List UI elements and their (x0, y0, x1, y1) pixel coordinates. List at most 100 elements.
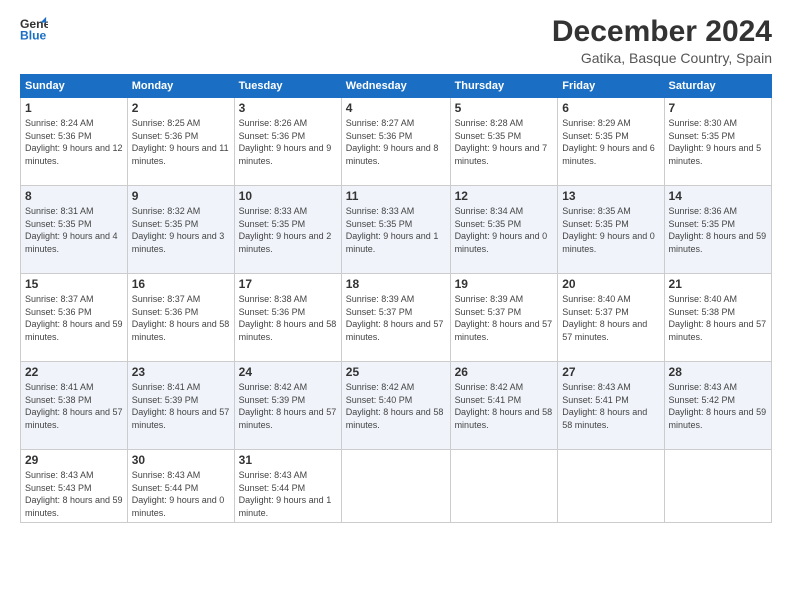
calendar-cell: 31 Sunrise: 8:43 AMSunset: 5:44 PMDayligh… (234, 450, 341, 523)
day-number: 31 (239, 453, 337, 467)
day-number: 10 (239, 189, 337, 203)
day-info: Sunrise: 8:35 AMSunset: 5:35 PMDaylight:… (562, 205, 659, 255)
day-info: Sunrise: 8:37 AMSunset: 5:36 PMDaylight:… (132, 293, 230, 343)
day-number: 9 (132, 189, 230, 203)
day-info: Sunrise: 8:43 AMSunset: 5:42 PMDaylight:… (669, 381, 767, 431)
calendar-cell: 4 Sunrise: 8:27 AMSunset: 5:36 PMDaylight… (341, 98, 450, 186)
calendar-cell (664, 450, 771, 523)
day-info: Sunrise: 8:27 AMSunset: 5:36 PMDaylight:… (346, 117, 446, 167)
day-info: Sunrise: 8:43 AMSunset: 5:43 PMDaylight:… (25, 469, 123, 519)
day-number: 24 (239, 365, 337, 379)
calendar-cell: 12 Sunrise: 8:34 AMSunset: 5:35 PMDayligh… (450, 186, 558, 274)
calendar-cell: 16 Sunrise: 8:37 AMSunset: 5:36 PMDayligh… (127, 274, 234, 362)
location-subtitle: Gatika, Basque Country, Spain (552, 50, 772, 66)
day-number: 15 (25, 277, 123, 291)
day-info: Sunrise: 8:34 AMSunset: 5:35 PMDaylight:… (455, 205, 554, 255)
calendar-table: SundayMondayTuesdayWednesdayThursdayFrid… (20, 74, 772, 523)
weekday-thursday: Thursday (450, 75, 558, 98)
calendar-cell: 2 Sunrise: 8:25 AMSunset: 5:36 PMDaylight… (127, 98, 234, 186)
calendar-cell: 13Sunrise: 8:35 AMSunset: 5:35 PMDayligh… (558, 186, 664, 274)
day-info: Sunrise: 8:26 AMSunset: 5:36 PMDaylight:… (239, 117, 337, 167)
day-info: Sunrise: 8:42 AMSunset: 5:39 PMDaylight:… (239, 381, 337, 431)
calendar-cell: 1 Sunrise: 8:24 AMSunset: 5:36 PMDaylight… (21, 98, 128, 186)
calendar-cell: 18 Sunrise: 8:39 AMSunset: 5:37 PMDayligh… (341, 274, 450, 362)
calendar-cell: 19 Sunrise: 8:39 AMSunset: 5:37 PMDayligh… (450, 274, 558, 362)
day-info: Sunrise: 8:39 AMSunset: 5:37 PMDaylight:… (346, 293, 446, 343)
calendar-cell: 25Sunrise: 8:42 AMSunset: 5:40 PMDayligh… (341, 362, 450, 450)
weekday-sunday: Sunday (21, 75, 128, 98)
calendar-cell: 30 Sunrise: 8:43 AMSunset: 5:44 PMDayligh… (127, 450, 234, 523)
calendar-cell: 21 Sunrise: 8:40 AMSunset: 5:38 PMDayligh… (664, 274, 771, 362)
calendar-cell: 6Sunrise: 8:29 AMSunset: 5:35 PMDaylight… (558, 98, 664, 186)
calendar-cell: 26 Sunrise: 8:42 AMSunset: 5:41 PMDayligh… (450, 362, 558, 450)
day-info: Sunrise: 8:39 AMSunset: 5:37 PMDaylight:… (455, 293, 554, 343)
day-number: 20 (562, 277, 659, 291)
day-info: Sunrise: 8:43 AMSunset: 5:44 PMDaylight:… (132, 469, 230, 519)
day-info: Sunrise: 8:38 AMSunset: 5:36 PMDaylight:… (239, 293, 337, 343)
day-number: 16 (132, 277, 230, 291)
day-info: Sunrise: 8:40 AMSunset: 5:37 PMDaylight:… (562, 293, 659, 343)
calendar-cell: 23 Sunrise: 8:41 AMSunset: 5:39 PMDayligh… (127, 362, 234, 450)
calendar-cell: 5 Sunrise: 8:28 AMSunset: 5:35 PMDaylight… (450, 98, 558, 186)
logo: General Blue General Blue (20, 15, 48, 43)
day-info: Sunrise: 8:31 AMSunset: 5:35 PMDaylight:… (25, 205, 123, 255)
day-info: Sunrise: 8:41 AMSunset: 5:39 PMDaylight:… (132, 381, 230, 431)
week-row-3: 15 Sunrise: 8:37 AMSunset: 5:36 PMDayligh… (21, 274, 772, 362)
day-info: Sunrise: 8:36 AMSunset: 5:35 PMDaylight:… (669, 205, 767, 255)
day-info: Sunrise: 8:24 AMSunset: 5:36 PMDaylight:… (25, 117, 123, 167)
day-number: 3 (239, 101, 337, 115)
day-info: Sunrise: 8:37 AMSunset: 5:36 PMDaylight:… (25, 293, 123, 343)
day-info: Sunrise: 8:41 AMSunset: 5:38 PMDaylight:… (25, 381, 123, 431)
day-number: 30 (132, 453, 230, 467)
day-info: Sunrise: 8:25 AMSunset: 5:36 PMDaylight:… (132, 117, 230, 167)
weekday-wednesday: Wednesday (341, 75, 450, 98)
calendar-cell: 22 Sunrise: 8:41 AMSunset: 5:38 PMDayligh… (21, 362, 128, 450)
day-number: 29 (25, 453, 123, 467)
day-info: Sunrise: 8:30 AMSunset: 5:35 PMDaylight:… (669, 117, 767, 167)
day-number: 19 (455, 277, 554, 291)
day-number: 18 (346, 277, 446, 291)
day-number: 23 (132, 365, 230, 379)
day-info: Sunrise: 8:40 AMSunset: 5:38 PMDaylight:… (669, 293, 767, 343)
calendar-cell: 14 Sunrise: 8:36 AMSunset: 5:35 PMDayligh… (664, 186, 771, 274)
day-number: 2 (132, 101, 230, 115)
calendar-cell: 17Sunrise: 8:38 AMSunset: 5:36 PMDayligh… (234, 274, 341, 362)
calendar-cell: 7Sunrise: 8:30 AMSunset: 5:35 PMDaylight… (664, 98, 771, 186)
title-area: December 2024 Gatika, Basque Country, Sp… (552, 15, 772, 66)
day-number: 26 (455, 365, 554, 379)
day-number: 11 (346, 189, 446, 203)
calendar-cell: 8 Sunrise: 8:31 AMSunset: 5:35 PMDaylight… (21, 186, 128, 274)
calendar-cell: 20 Sunrise: 8:40 AMSunset: 5:37 PMDayligh… (558, 274, 664, 362)
day-info: Sunrise: 8:43 AMSunset: 5:44 PMDaylight:… (239, 469, 337, 519)
day-number: 28 (669, 365, 767, 379)
day-number: 8 (25, 189, 123, 203)
month-title: December 2024 (552, 15, 772, 48)
day-number: 25 (346, 365, 446, 379)
weekday-saturday: Saturday (664, 75, 771, 98)
week-row-5: 29 Sunrise: 8:43 AMSunset: 5:43 PMDayligh… (21, 450, 772, 523)
header: General Blue General Blue December 2024 … (20, 15, 772, 66)
day-number: 5 (455, 101, 554, 115)
day-number: 12 (455, 189, 554, 203)
calendar-cell: 27 Sunrise: 8:43 AMSunset: 5:41 PMDayligh… (558, 362, 664, 450)
day-info: Sunrise: 8:33 AMSunset: 5:35 PMDaylight:… (346, 205, 446, 255)
weekday-monday: Monday (127, 75, 234, 98)
logo-icon: General Blue (20, 15, 48, 43)
day-number: 14 (669, 189, 767, 203)
calendar-cell: 9Sunrise: 8:32 AMSunset: 5:35 PMDaylight… (127, 186, 234, 274)
day-number: 4 (346, 101, 446, 115)
calendar-cell: 3 Sunrise: 8:26 AMSunset: 5:36 PMDaylight… (234, 98, 341, 186)
day-number: 21 (669, 277, 767, 291)
calendar-cell (558, 450, 664, 523)
day-info: Sunrise: 8:42 AMSunset: 5:41 PMDaylight:… (455, 381, 554, 431)
day-number: 22 (25, 365, 123, 379)
day-number: 1 (25, 101, 123, 115)
calendar-cell: 10 Sunrise: 8:33 AMSunset: 5:35 PMDayligh… (234, 186, 341, 274)
svg-text:Blue: Blue (20, 28, 47, 42)
day-number: 27 (562, 365, 659, 379)
day-info: Sunrise: 8:28 AMSunset: 5:35 PMDaylight:… (455, 117, 554, 167)
weekday-header-row: SundayMondayTuesdayWednesdayThursdayFrid… (21, 75, 772, 98)
weekday-friday: Friday (558, 75, 664, 98)
day-info: Sunrise: 8:43 AMSunset: 5:41 PMDaylight:… (562, 381, 659, 431)
day-info: Sunrise: 8:33 AMSunset: 5:35 PMDaylight:… (239, 205, 337, 255)
